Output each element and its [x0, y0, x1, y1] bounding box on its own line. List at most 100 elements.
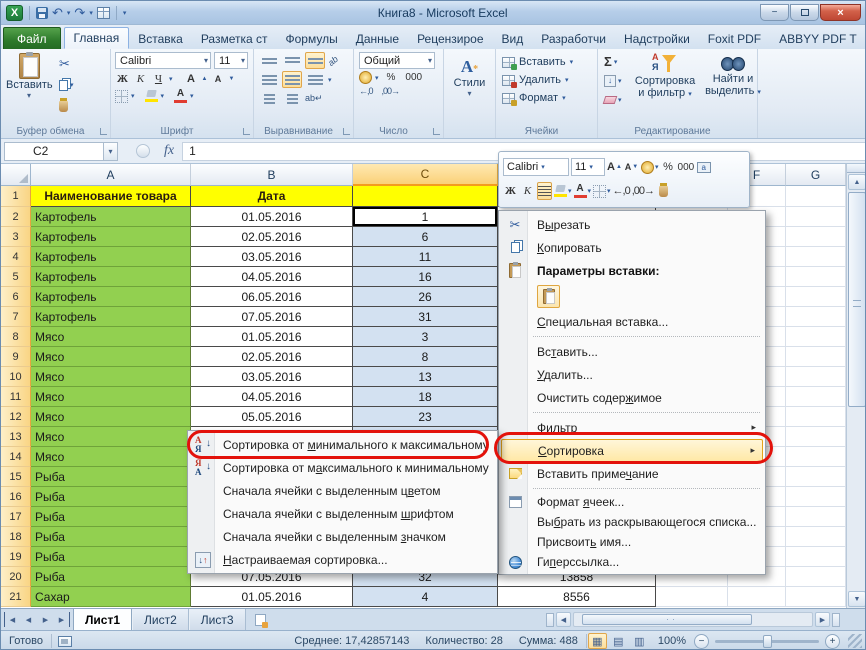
cell-B4[interactable]: 03.05.2016 [191, 247, 353, 267]
tab-splitter[interactable] [546, 613, 554, 627]
row-header-10[interactable]: 10 [1, 367, 31, 387]
styles-button[interactable]: А* Стили ▾ [444, 57, 495, 98]
menu-item[interactable]: Гиперссылка... [501, 552, 763, 572]
submenu-item[interactable]: Сначала ячейки с выделенным шрифтом [190, 502, 495, 525]
row-header-20[interactable]: 20 [1, 567, 31, 587]
column-header-G[interactable]: G [786, 164, 846, 186]
row-header-6[interactable]: 6 [1, 287, 31, 307]
paste-option-button[interactable] [537, 285, 560, 308]
row-header-7[interactable]: 7 [1, 307, 31, 327]
borders-button[interactable] [115, 90, 128, 103]
cell-B21[interactable]: 01.05.2016 [191, 587, 353, 607]
cell-C8[interactable]: 3 [353, 327, 498, 347]
dropdown-icon[interactable]: ▾ [131, 92, 135, 100]
undo-button[interactable]: ↶ [52, 6, 63, 20]
row-header-11[interactable]: 11 [1, 387, 31, 407]
row-header-17[interactable]: 17 [1, 507, 31, 527]
dialog-launcher-icon[interactable] [343, 128, 350, 135]
mini-decrease-decimal-button[interactable]: ,00→ [632, 182, 654, 200]
cell-A5[interactable]: Картофель [31, 267, 191, 287]
menu-item[interactable]: Сортировка▸ [501, 439, 763, 462]
mini-percent-button[interactable]: % [661, 158, 676, 176]
row-header-1[interactable]: 1 [1, 186, 31, 207]
cell-G12[interactable] [786, 407, 846, 427]
cell-G20[interactable] [786, 567, 846, 587]
quick-table-icon[interactable] [97, 7, 110, 19]
cell-C6[interactable]: 26 [353, 287, 498, 307]
minimize-button[interactable]: − [760, 4, 789, 21]
delete-cells-button[interactable]: Удалить ▾ [502, 71, 591, 89]
menu-item[interactable]: ✂Вырезать [501, 213, 763, 236]
sheet-tab-Лист2[interactable]: Лист2 [132, 609, 189, 630]
column-header-A[interactable]: A [31, 164, 191, 186]
cell-D21[interactable]: 8556 [498, 587, 656, 607]
row-header-5[interactable]: 5 [1, 267, 31, 287]
column-header-B[interactable]: B [191, 164, 353, 186]
cell-B1[interactable]: Дата [191, 186, 353, 207]
increase-indent-button[interactable] [282, 90, 302, 107]
zoom-level[interactable]: 100% [650, 635, 694, 647]
font-size-combo[interactable]: 11▾ [214, 52, 248, 69]
cell-A13[interactable]: Мясо [31, 427, 191, 447]
menu-item[interactable]: Фильтр▸ [501, 416, 763, 439]
row-header-3[interactable]: 3 [1, 227, 31, 247]
clear-button[interactable]: ▾ [604, 92, 622, 107]
row-header-12[interactable]: 12 [1, 407, 31, 427]
copy-button[interactable]: ▾ [59, 77, 74, 93]
font-color-button[interactable]: А [174, 89, 187, 103]
row-header-15[interactable]: 15 [1, 467, 31, 487]
redo-button[interactable]: ↷ [74, 6, 85, 20]
resize-grip[interactable] [848, 634, 862, 648]
cell-A1[interactable]: Наименование товара [31, 186, 191, 207]
cell-G16[interactable] [786, 487, 846, 507]
row-header-16[interactable]: 16 [1, 487, 31, 507]
cell-G8[interactable] [786, 327, 846, 347]
thousands-button[interactable]: 000 [405, 72, 422, 83]
cell-G2[interactable] [786, 207, 846, 227]
cell-B6[interactable]: 06.05.2016 [191, 287, 353, 307]
prev-sheet-icon[interactable]: ◀ [21, 612, 36, 627]
menu-item[interactable]: Присвоить имя... [501, 532, 763, 552]
increase-decimal-button[interactable]: ←,0 [359, 86, 373, 96]
mini-currency-button[interactable]: ▾ [641, 158, 659, 176]
cell-A9[interactable]: Мясо [31, 347, 191, 367]
cell-A8[interactable]: Мясо [31, 327, 191, 347]
last-sheet-icon[interactable]: ▶ [55, 612, 70, 627]
ribbon-tab-ABBYY PDF T[interactable]: ABBYY PDF T [770, 28, 866, 49]
window-splitter[interactable] [832, 613, 840, 627]
ribbon-tab-Разработчи[interactable]: Разработчи [532, 28, 615, 49]
cell-G14[interactable] [786, 447, 846, 467]
excel-logo-icon[interactable]: X [6, 5, 23, 21]
submenu-item[interactable]: Сначала ячейки с выделенным значком [190, 525, 495, 548]
mini-thousands-button[interactable]: 000 [678, 158, 695, 176]
cell-C2[interactable]: 1 [353, 207, 498, 227]
cell-G4[interactable] [786, 247, 846, 267]
wrap-text-button[interactable]: ab↵ [305, 93, 323, 104]
cell-A20[interactable]: Рыба [31, 567, 191, 587]
scroll-up-icon[interactable]: ▲ [848, 174, 866, 190]
mini-bold-button[interactable]: Ж [503, 182, 518, 200]
bold-button[interactable]: Ж [115, 71, 130, 87]
align-top-button[interactable] [259, 52, 279, 69]
cell-A18[interactable]: Рыба [31, 527, 191, 547]
menu-item[interactable]: Выбрать из раскрывающегося списка... [501, 512, 763, 532]
cell-A10[interactable]: Мясо [31, 367, 191, 387]
name-box[interactable]: C2 [4, 142, 104, 161]
row-header-21[interactable]: 21 [1, 587, 31, 607]
cell-A4[interactable]: Картофель [31, 247, 191, 267]
sort-filter-button[interactable]: АЯ Сортировка и фильтр ▾ [632, 53, 698, 101]
cell-B11[interactable]: 04.05.2016 [191, 387, 353, 407]
ribbon-tab-Формулы[interactable]: Формулы [277, 28, 347, 49]
ribbon-tab-Рецензирое[interactable]: Рецензирое [408, 28, 492, 49]
cell-A12[interactable]: Мясо [31, 407, 191, 427]
column-header-C[interactable]: C [353, 164, 498, 186]
cell-A3[interactable]: Картофель [31, 227, 191, 247]
ribbon-tab-Файл[interactable]: Файл [3, 27, 61, 49]
ribbon-tab-Главная[interactable]: Главная [64, 27, 130, 49]
menu-item[interactable]: Копировать [501, 236, 763, 259]
cell-A17[interactable]: Рыба [31, 507, 191, 527]
cell-G1[interactable] [786, 186, 846, 207]
h-scroll-track[interactable] [573, 612, 813, 627]
cell-A14[interactable]: Мясо [31, 447, 191, 467]
cell-C1[interactable] [353, 186, 498, 207]
